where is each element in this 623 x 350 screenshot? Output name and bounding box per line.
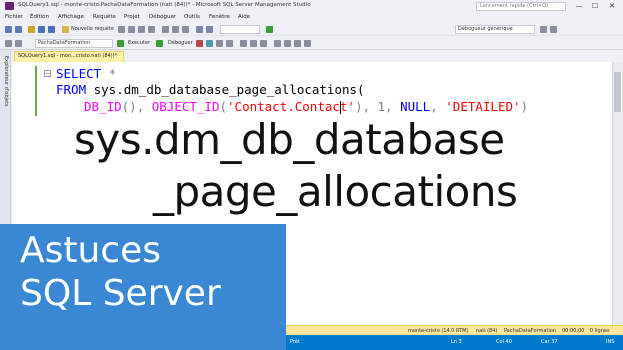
menu-fenetre[interactable]: Fenêtre	[209, 14, 230, 20]
close-button[interactable]: ✕	[605, 1, 619, 11]
change-connection-icon[interactable]	[15, 40, 22, 47]
results-to-grid-icon[interactable]	[250, 40, 257, 47]
select-star: *	[101, 66, 117, 81]
debug-icon[interactable]	[156, 40, 163, 47]
execute-button[interactable]: Exécuter	[128, 40, 150, 46]
change-marker	[35, 66, 37, 116]
back-icon[interactable]	[5, 26, 12, 33]
menu-aide[interactable]: Aide	[238, 14, 250, 20]
menu-edition[interactable]: Édition	[30, 14, 49, 20]
results-to-file-icon[interactable]	[260, 40, 267, 47]
xmla-query-icon[interactable]	[148, 26, 155, 33]
status-time: 00:00:00	[562, 328, 585, 334]
text-cursor	[340, 101, 341, 114]
toolbox-icon[interactable]	[550, 26, 557, 33]
query-status-bar: monte-cristo (14.0 RTM) nati (84) PachaD…	[286, 325, 623, 335]
status-char: Car 37	[541, 339, 558, 345]
status-col: Col 40	[496, 339, 512, 345]
execute-icon[interactable]	[117, 40, 124, 47]
status-user: nati (84)	[476, 328, 498, 334]
mdx-query-icon[interactable]	[128, 26, 135, 33]
maximize-button[interactable]: ☐	[588, 1, 602, 11]
undo-icon[interactable]	[196, 26, 203, 33]
keyword-select: SELECT	[56, 66, 102, 81]
code-line-3: DB_ID(), OBJECT_ID('Contact.Contact'), 1…	[84, 99, 528, 114]
code-punct: )	[520, 99, 529, 114]
menu-fichier[interactable]: Fichier	[5, 14, 23, 20]
document-tab-strip: SQLQuery1.sql - mon...cristo.nati (84))*	[12, 50, 623, 62]
keyword-from: FROM	[56, 82, 87, 97]
status-bar: Prêt Ln 3 Col 40 Car 37 INS	[286, 335, 623, 350]
dmv-name: sys.dm_db_database_page_allocations(	[86, 82, 365, 97]
menu-requete[interactable]: Requête	[93, 14, 116, 20]
keyword-null: NULL	[400, 99, 431, 114]
sql-editor-toolbar: PachaDataFormation Exécuter Déboguer	[0, 37, 623, 50]
start-icon[interactable]	[266, 26, 273, 33]
tab-sqlquery1[interactable]: SQLQuery1.sql - mon...cristo.nati (84))*	[14, 51, 124, 62]
banner-line-1: Astuces	[20, 230, 162, 271]
minimize-button[interactable]: —	[572, 1, 586, 11]
collapse-toggle-icon[interactable]: −	[44, 70, 51, 77]
results-to-text-icon[interactable]	[240, 40, 247, 47]
solution-config-combo[interactable]	[220, 25, 260, 34]
database-engine-query-icon[interactable]	[118, 26, 125, 33]
status-rows: 0 lignes	[590, 328, 610, 334]
status-ready: Prêt	[290, 339, 300, 345]
forward-icon[interactable]	[15, 26, 22, 33]
fn-object-id: OBJECT_ID	[151, 99, 220, 114]
status-database: PachaDataFormation	[504, 328, 557, 334]
fn-db-id: DB_ID	[84, 99, 122, 114]
menu-affichage[interactable]: Affichage	[58, 14, 84, 20]
menu-bar: Fichier Édition Affichage Requête Projet…	[0, 12, 623, 23]
status-server: monte-cristo (14.0 RTM)	[408, 328, 469, 334]
new-query-icon[interactable]	[62, 26, 69, 33]
dmx-query-icon[interactable]	[138, 26, 145, 33]
code-punct: (	[219, 99, 228, 114]
standard-toolbar: Nouvelle requête Débogueur générique	[0, 23, 623, 36]
database-select[interactable]: PachaDataFormation	[35, 39, 113, 48]
code-punct: ,	[430, 99, 446, 114]
overlay-title-line-1: sys.dm_db_database	[74, 115, 505, 164]
scrollbar-thumb[interactable]	[614, 72, 621, 112]
string-detailed: 'DETAILED'	[445, 99, 521, 114]
banner-line-2: SQL Server	[20, 273, 221, 314]
code-punct: ), 1,	[354, 99, 401, 114]
quick-launch-input[interactable]: Lancement rapide (Ctrl+Q)	[476, 2, 566, 11]
ssms-logo-icon	[5, 2, 14, 10]
object-explorer-label: Explorateur d'objets	[3, 56, 9, 107]
debug-button[interactable]: Déboguer	[168, 40, 193, 46]
code-line-2: FROM sys.dm_db_database_page_allocations…	[56, 82, 365, 97]
status-mode: INS	[606, 339, 615, 345]
save-all-icon[interactable]	[48, 26, 55, 33]
window-title: SQLQuery1.sql - monte-cristo.PachaDataFo…	[18, 2, 311, 8]
display-plan-icon[interactable]	[216, 40, 223, 47]
copy-icon[interactable]	[172, 26, 179, 33]
string-contact: 'Contact.Contact'	[227, 99, 355, 114]
comment-icon[interactable]	[274, 40, 281, 47]
redo-icon[interactable]	[206, 26, 213, 33]
cancel-query-icon[interactable]	[196, 40, 203, 47]
open-folder-icon[interactable]	[28, 26, 35, 33]
properties-icon[interactable]	[540, 26, 547, 33]
code-punct: (),	[121, 99, 152, 114]
decrease-indent-icon[interactable]	[294, 40, 301, 47]
save-icon[interactable]	[38, 26, 45, 33]
new-query-button[interactable]: Nouvelle requête	[71, 26, 114, 32]
cut-icon[interactable]	[162, 26, 169, 33]
increase-indent-icon[interactable]	[304, 40, 311, 47]
code-line-1: SELECT *	[56, 66, 116, 81]
menu-deboguer[interactable]: Déboguer	[149, 14, 176, 20]
parse-icon[interactable]	[206, 40, 213, 47]
overlay-title-line-2: _page_allocations	[153, 167, 518, 216]
paste-icon[interactable]	[182, 26, 189, 33]
status-line: Ln 3	[451, 339, 462, 345]
menu-outils[interactable]: Outils	[184, 14, 200, 20]
menu-projet[interactable]: Projet	[124, 14, 140, 20]
query-options-icon[interactable]	[226, 40, 233, 47]
uncomment-icon[interactable]	[284, 40, 291, 47]
generic-debugger-combo[interactable]: Débogueur générique	[455, 25, 535, 34]
connect-icon[interactable]	[5, 40, 12, 47]
title-bar: SQLQuery1.sql - monte-cristo.PachaDataFo…	[0, 0, 623, 12]
